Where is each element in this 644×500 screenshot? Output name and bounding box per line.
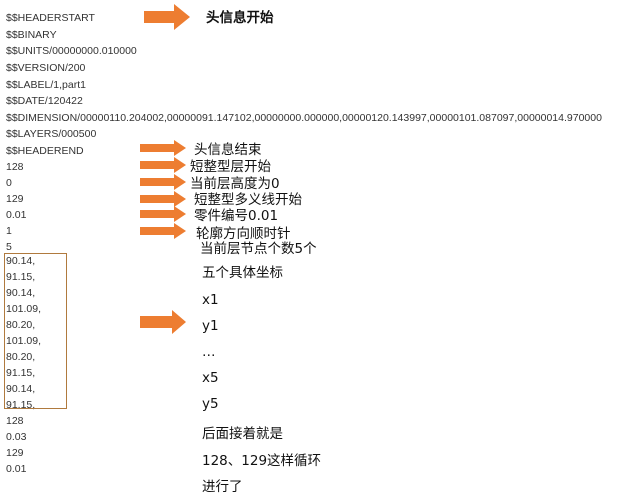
file-line: 0.01 <box>6 209 27 221</box>
file-line: $$DIMENSION/00000110.204002,00000091.147… <box>6 112 602 124</box>
right-arrow-icon <box>140 206 186 222</box>
file-line: 0.01 <box>6 463 27 475</box>
file-line: $$UNITS/00000000.010000 <box>6 45 137 57</box>
file-line: 5 <box>6 241 12 253</box>
file-line: 0.03 <box>6 431 27 443</box>
coords-title-note: 五个具体坐标 <box>202 265 283 281</box>
loop-note: 128、129这样循环 <box>202 453 322 469</box>
file-line: 129 <box>6 193 24 205</box>
polyline-start-note: 短整型多义线开始 <box>194 192 302 208</box>
x5-note: x5 <box>202 370 219 386</box>
file-line: $$DATE/120422 <box>6 95 83 107</box>
file-line: 129 <box>6 447 24 459</box>
right-arrow-icon <box>140 223 186 239</box>
file-line: $$BINARY <box>6 29 57 41</box>
ellipsis-note: … <box>202 344 216 360</box>
clockwise-note: 轮廓方向顺时针 <box>196 226 291 242</box>
file-line: 0 <box>6 177 12 189</box>
y5-note: y5 <box>202 396 219 412</box>
right-arrow-icon <box>140 191 186 207</box>
x1-note: x1 <box>202 292 219 308</box>
file-line: 128 <box>6 415 24 427</box>
file-line: $$LAYERS/000500 <box>6 128 97 140</box>
node-count-note: 当前层节点个数5个 <box>200 241 317 257</box>
coordinates-box <box>4 253 67 409</box>
header-end-note: 头信息结束 <box>194 142 262 158</box>
header-start-note: 头信息开始 <box>206 10 274 26</box>
y1-note: y1 <box>202 318 219 334</box>
proceed-note: 进行了 <box>202 479 243 495</box>
file-line: $$HEADEREND <box>6 145 84 157</box>
followed-by-note: 后面接着就是 <box>202 426 283 442</box>
part-number-note: 零件编号0.01 <box>194 208 279 224</box>
right-arrow-icon <box>140 310 186 334</box>
layer-height-note: 当前层高度为0 <box>190 176 280 192</box>
file-line: 1 <box>6 225 12 237</box>
right-arrow-icon <box>140 140 186 156</box>
file-line: $$VERSION/200 <box>6 62 86 74</box>
right-arrow-icon <box>144 4 190 30</box>
file-line: 128 <box>6 161 24 173</box>
right-arrow-icon <box>140 174 186 190</box>
short-layer-start-note: 短整型层开始 <box>190 159 271 175</box>
file-line: $$LABEL/1,part1 <box>6 79 86 91</box>
right-arrow-icon <box>140 157 186 173</box>
file-line: $$HEADERSTART <box>6 12 95 24</box>
